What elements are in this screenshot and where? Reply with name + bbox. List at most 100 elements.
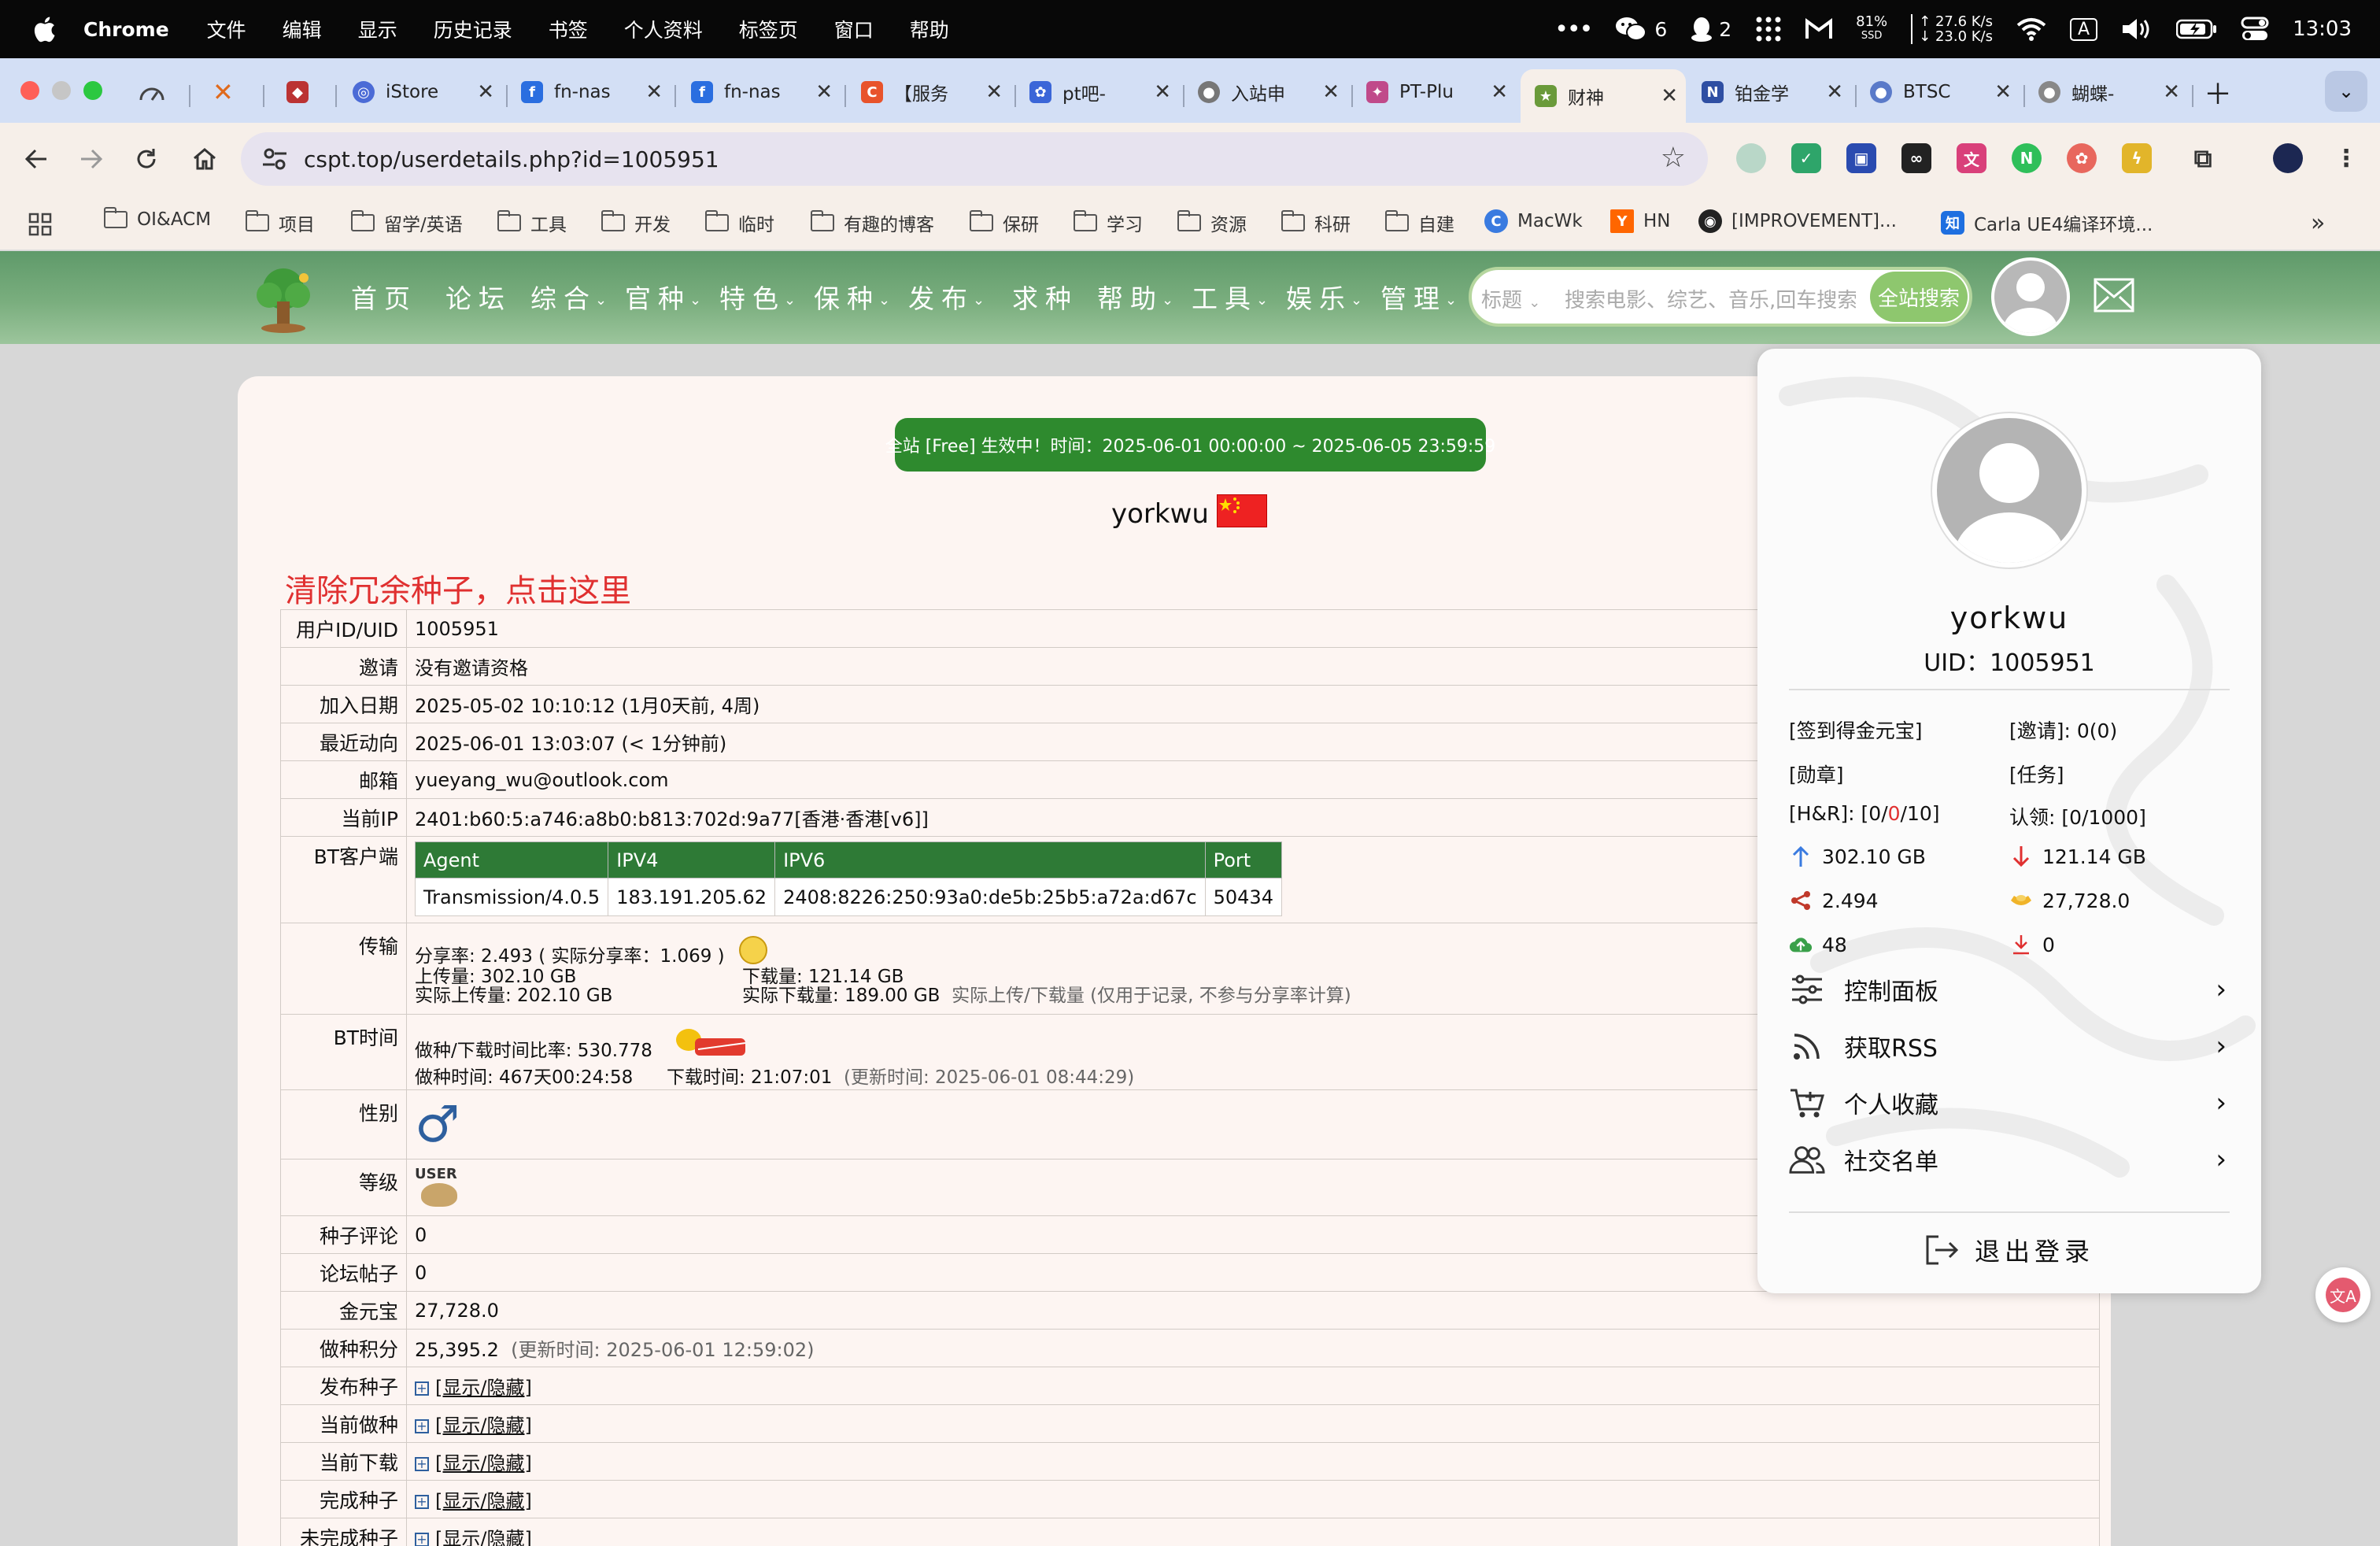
apps-grid-icon[interactable] — [28, 213, 52, 236]
menu-social-list[interactable]: 社交名单 › — [1789, 1136, 2230, 1183]
tab-close-icon[interactable]: ✕ — [645, 80, 663, 104]
wechat-status[interactable]: 6 — [1615, 16, 1667, 43]
address-bar[interactable]: cspt.top/userdetails.php?id=1005951 ☆ — [241, 132, 1708, 186]
extension-flower-icon[interactable]: ✿ — [2067, 143, 2097, 173]
profile-avatar[interactable] — [2273, 143, 2303, 173]
expand-plus-icon[interactable]: + — [415, 1533, 429, 1546]
site-logo-tree-icon[interactable] — [247, 265, 320, 333]
bookmark-folder-baoyan[interactable]: 保研 — [969, 209, 1039, 236]
bookmark-folder-blogs[interactable]: 有趣的博客 — [810, 209, 934, 236]
back-button[interactable] — [20, 143, 52, 175]
claim-status[interactable]: 认领: [0/1000] — [2009, 802, 2146, 830]
window-minimize-button[interactable] — [52, 81, 71, 100]
invite-link[interactable]: [邀请]: 0(0) — [2009, 716, 2117, 744]
extension-translate-icon[interactable]: 文 — [1957, 143, 1986, 173]
grid-dots-icon[interactable] — [1755, 16, 1782, 43]
bookmark-folder-research[interactable]: 科研 — [1281, 209, 1351, 236]
url-text[interactable]: cspt.top/userdetails.php?id=1005951 — [304, 146, 719, 172]
toggle-completed-link[interactable]: [显示/隐藏] — [435, 1490, 532, 1512]
bookmark-hn[interactable]: Y HN — [1610, 209, 1671, 233]
tab-pinned-1[interactable] — [139, 69, 175, 115]
medal-link[interactable]: [勋章] — [1789, 760, 1844, 788]
toggle-downloading-link[interactable]: [显示/隐藏] — [435, 1452, 532, 1474]
apple-icon[interactable] — [28, 13, 60, 45]
menu-get-rss[interactable]: 获取RSS › — [1789, 1023, 2230, 1070]
extension-n-icon[interactable]: N — [2012, 143, 2042, 173]
user-avatar-button[interactable] — [1991, 257, 2070, 336]
expand-plus-icon[interactable]: + — [415, 1419, 429, 1433]
tab-fn-nas-2[interactable]: f fn-nas ✕ — [691, 69, 841, 115]
bookmark-folder-resources[interactable]: 资源 — [1177, 209, 1247, 236]
logout-button[interactable]: 退出登录 — [1757, 1232, 2261, 1268]
tab-close-icon[interactable]: ✕ — [985, 80, 1003, 104]
reload-button[interactable] — [131, 143, 162, 175]
tab-apply[interactable]: ● 入站申 ✕ — [1198, 69, 1347, 115]
tab-close-icon[interactable]: ✕ — [1154, 80, 1171, 104]
menu-help[interactable]: 帮助 — [910, 15, 949, 43]
bookmark-star-icon[interactable]: ☆ — [1661, 142, 1686, 174]
bookmark-folder-projects[interactable]: 项目 — [245, 209, 315, 236]
hr-status[interactable]: [H&R]: [0/0/10] — [1789, 802, 1940, 825]
menu-bookmarks[interactable]: 书签 — [549, 15, 588, 43]
bookmark-improvement[interactable]: ◉ [IMPROVEMENT]... — [1698, 209, 1897, 233]
volume-icon[interactable] — [2121, 17, 2153, 42]
expand-plus-icon[interactable]: + — [415, 1457, 429, 1471]
control-center-icon[interactable] — [2241, 17, 2269, 42]
extension-badge-icon[interactable]: ▣ — [1846, 143, 1876, 173]
bookmark-folder-study[interactable]: 学习 — [1073, 209, 1143, 236]
tab-close-icon[interactable]: ✕ — [2163, 80, 2180, 104]
expand-plus-icon[interactable]: + — [415, 1381, 429, 1396]
tab-close-icon[interactable]: ✕ — [1661, 84, 1678, 108]
tab-pt-plugin[interactable]: ✦ PT-Plu ✕ — [1366, 69, 1516, 115]
tab-pinned-3[interactable]: ◆ — [286, 69, 318, 115]
extension-circle-icon[interactable] — [1736, 143, 1766, 173]
clock[interactable]: 13:03 — [2293, 17, 2352, 41]
battery-icon[interactable] — [2176, 19, 2217, 39]
clean-redundant-torrents-link[interactable]: 清除冗余种子，点击这里 — [285, 565, 631, 611]
nav-entertainment[interactable]: 娱乐⌄ — [1286, 278, 1362, 316]
toggle-incomplete-link[interactable]: [显示/隐藏] — [435, 1528, 532, 1546]
tab-close-icon[interactable]: ✕ — [1322, 80, 1340, 104]
menu-tab[interactable]: 标签页 — [739, 15, 798, 43]
more-icon[interactable]: ••• — [1554, 16, 1593, 43]
wifi-icon[interactable] — [2016, 17, 2046, 41]
menu-view[interactable]: 显示 — [358, 15, 397, 43]
window-close-button[interactable] — [20, 81, 39, 100]
menu-history[interactable]: 历史记录 — [434, 15, 512, 43]
bookmark-folder-tools[interactable]: 工具 — [497, 209, 567, 236]
tab-btschool[interactable]: ● BTSC ✕ — [1870, 69, 2020, 115]
menu-edit[interactable]: 编辑 — [283, 15, 322, 43]
site-info-icon[interactable] — [261, 146, 288, 172]
bookmark-folder-oi-acm[interactable]: OI&ACM — [103, 207, 211, 230]
tab-istore[interactable]: ◎ iStore ✕ — [353, 69, 502, 115]
tab-platinum[interactable]: N 铂金学 ✕ — [1702, 69, 1851, 115]
nav-forum[interactable]: 论坛 — [445, 278, 512, 316]
nav-tools[interactable]: 工具⌄ — [1192, 278, 1268, 316]
menu-control-panel[interactable]: 控制面板 › — [1789, 966, 2230, 1013]
tab-service[interactable]: C 【服务 ✕ — [861, 69, 1011, 115]
nav-featured[interactable]: 特色⌄ — [719, 278, 796, 316]
nav-home[interactable]: 首页 — [351, 278, 417, 316]
extensions-puzzle-icon[interactable]: ⧉ — [2188, 143, 2218, 173]
search-category-select[interactable]: 标题 ⌄ — [1481, 284, 1540, 313]
floating-translate-button[interactable]: 文A — [2315, 1267, 2371, 1322]
extension-glasses-icon[interactable]: ∞ — [1901, 143, 1931, 173]
input-method-indicator[interactable]: A — [2070, 17, 2098, 41]
popup-avatar[interactable] — [1932, 413, 2086, 568]
tab-close-icon[interactable]: ✕ — [815, 80, 833, 104]
tab-close-icon[interactable]: ✕ — [1826, 80, 1843, 104]
qq-status[interactable]: 2 — [1691, 16, 1731, 43]
disk-usage-indicator[interactable]: 81% SSD — [1856, 15, 1887, 43]
mail-envelope-icon[interactable] — [2094, 278, 2134, 313]
forward-button[interactable] — [76, 143, 107, 175]
expand-plus-icon[interactable]: + — [415, 1495, 429, 1509]
home-button[interactable] — [189, 143, 220, 175]
bookmarks-overflow-icon[interactable]: » — [2311, 209, 2325, 237]
new-tab-button[interactable]: ＋ — [2204, 69, 2235, 115]
tab-fn-nas-1[interactable]: f fn-nas ✕ — [521, 69, 671, 115]
bookmark-folder-selfhost[interactable]: 自建 — [1384, 209, 1454, 236]
tab-ptba[interactable]: ✿ pt吧- ✕ — [1029, 69, 1179, 115]
toggle-published-link[interactable]: [显示/隐藏] — [435, 1377, 532, 1399]
bookmark-carla[interactable]: 知 Carla UE4编译环境... — [1941, 209, 2153, 236]
menu-app-name[interactable]: Chrome — [83, 18, 169, 41]
